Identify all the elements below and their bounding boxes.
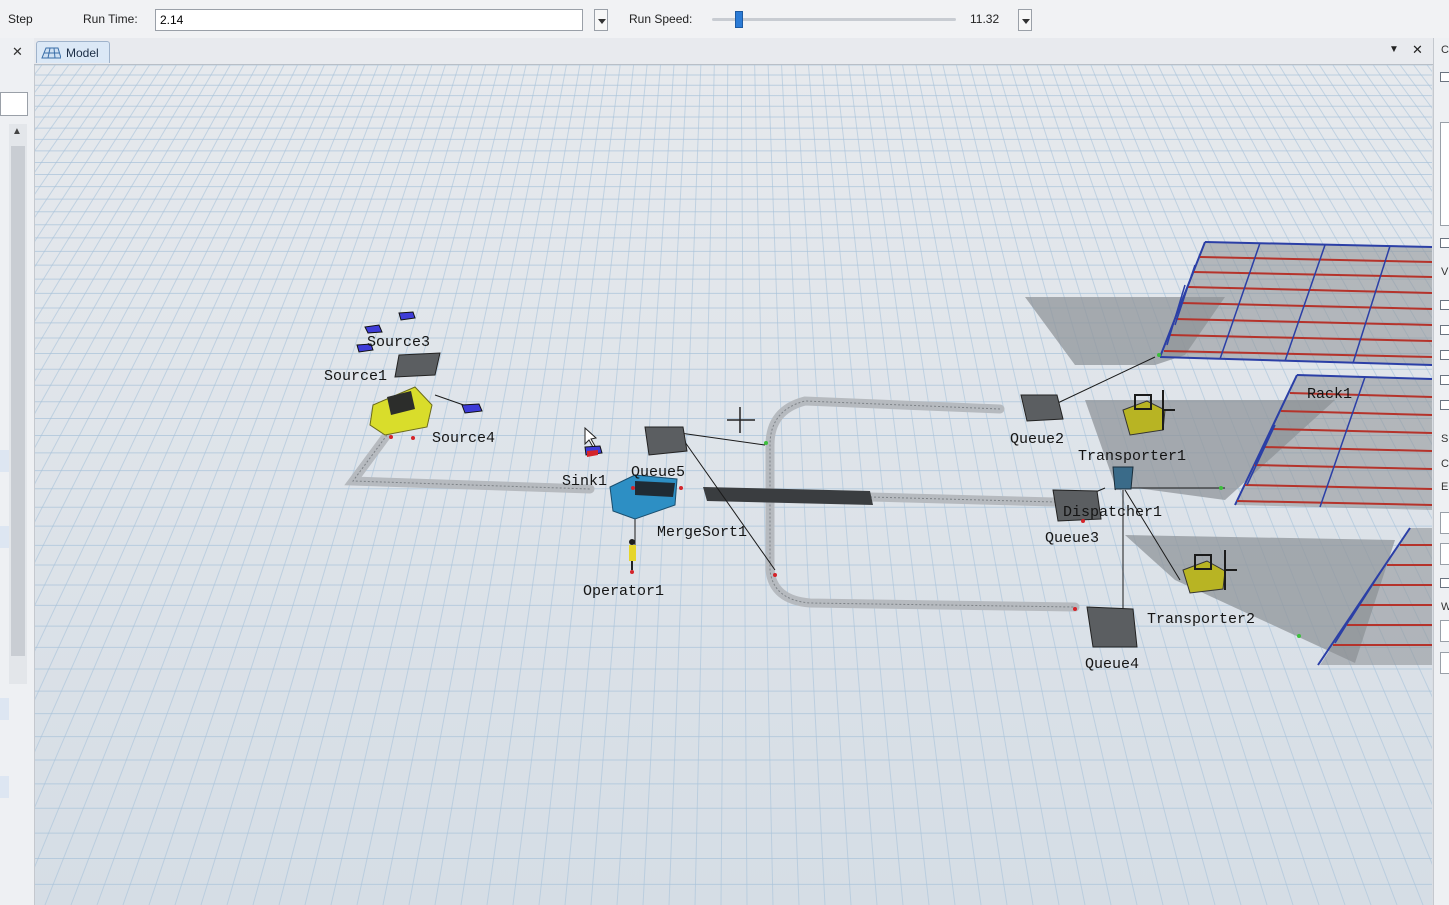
tab-model[interactable]: Model (36, 41, 110, 63)
label-transporter2: Transporter2 (1147, 611, 1255, 628)
right-panel-label: C (1441, 458, 1449, 470)
right-panel-label: E (1441, 481, 1449, 493)
right-panel-checkbox[interactable] (1440, 238, 1449, 248)
run-speed-slider-track[interactable] (712, 18, 956, 21)
queue-icon[interactable] (644, 426, 688, 456)
label-dispatcher1: Dispatcher1 (1063, 504, 1162, 521)
dispatcher-icon[interactable] (1112, 466, 1134, 490)
chevron-down-icon[interactable]: ▼ (1389, 44, 1399, 55)
right-panel-checkbox[interactable] (1440, 72, 1449, 82)
run-speed-dropdown[interactable] (1018, 9, 1032, 31)
label-source3: Source3 (367, 334, 430, 351)
run-time-input[interactable] (155, 9, 583, 31)
left-panel-scroll-thumb[interactable] (11, 146, 25, 656)
right-panel-field[interactable] (1440, 122, 1449, 226)
right-panel-checkbox[interactable] (1440, 350, 1449, 360)
grid-floor-icon (41, 47, 61, 59)
queue-icon[interactable] (1086, 606, 1138, 648)
document-tab-bar: Model ▼ ✕ (34, 38, 1433, 65)
label-queue3: Queue3 (1045, 530, 1099, 547)
right-panel-label: W (1441, 601, 1449, 613)
label-queue2: Queue2 (1010, 431, 1064, 448)
left-panel-input[interactable] (0, 92, 28, 116)
step-button[interactable]: Step (8, 12, 33, 26)
label-queue4: Queue4 (1085, 656, 1139, 673)
run-time-label: Run Time: (83, 12, 138, 26)
label-source1: Source1 (324, 368, 387, 385)
right-panel-checkbox[interactable] (1440, 400, 1449, 410)
run-speed-slider-thumb[interactable] (735, 11, 743, 28)
label-rack1: Rack1 (1307, 386, 1352, 403)
close-icon[interactable]: ✕ (12, 44, 23, 60)
right-panel-label: C (1441, 44, 1449, 56)
label-operator1: Operator1 (583, 583, 664, 600)
run-time-dropdown[interactable] (594, 9, 608, 31)
right-panel-label: S (1441, 433, 1449, 445)
close-icon[interactable]: ✕ (1412, 42, 1423, 58)
label-transporter1: Transporter1 (1078, 448, 1186, 465)
left-panel-row[interactable] (0, 450, 9, 472)
right-panel-checkbox[interactable] (1440, 300, 1449, 310)
chevron-up-icon[interactable]: ▲ (12, 126, 22, 137)
model-3d-viewport[interactable]: Source3 Source1 Source4 Sink1 Queue5 Mer… (35, 65, 1432, 905)
right-panel-field[interactable] (1440, 652, 1449, 674)
label-mergesort1: MergeSort1 (657, 524, 747, 541)
left-panel-row[interactable] (0, 526, 9, 548)
right-panel-checkbox[interactable] (1440, 375, 1449, 385)
queue-icon[interactable] (1020, 394, 1064, 422)
right-panel-field[interactable] (1440, 543, 1449, 565)
left-panel-row[interactable] (0, 698, 9, 720)
run-toolbar: Step Run Time: Run Speed: 11.32 (0, 0, 1449, 39)
right-panel-checkbox[interactable] (1440, 325, 1449, 335)
label-sink1: Sink1 (562, 473, 607, 490)
right-panel-checkbox[interactable] (1440, 578, 1449, 588)
label-source4: Source4 (432, 430, 495, 447)
tab-model-label: Model (66, 46, 99, 60)
right-panel-field[interactable] (1440, 512, 1449, 534)
run-speed-value: 11.32 (970, 12, 1000, 26)
left-panel: ✕ ▲ (0, 38, 35, 905)
rack-icon[interactable] (1159, 241, 1432, 366)
right-panel-field[interactable] (1440, 620, 1449, 642)
run-speed-label: Run Speed: (629, 12, 693, 26)
label-queue5: Queue5 (631, 464, 685, 481)
left-panel-row[interactable] (0, 776, 9, 798)
right-panel-label: V (1441, 266, 1449, 278)
